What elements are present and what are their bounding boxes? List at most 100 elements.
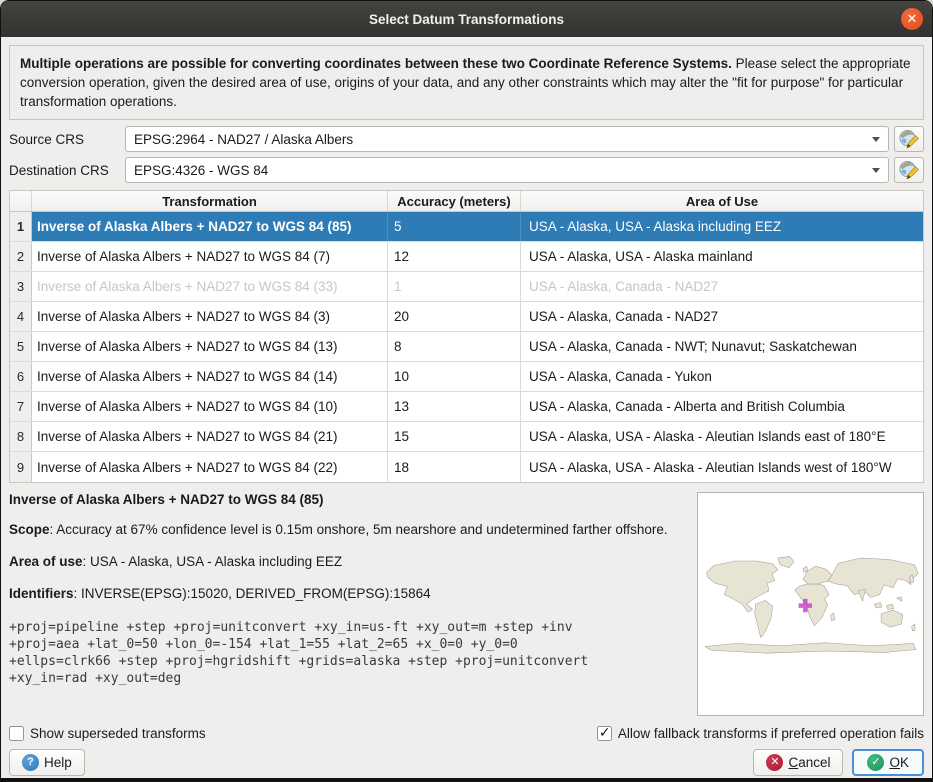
source-crs-select[interactable]: EPSG:2964 - NAD27 / Alaska Albers xyxy=(125,126,889,152)
chevron-down-icon xyxy=(872,168,880,173)
area-of-use-cell: USA - Alaska, Canada - Yukon xyxy=(521,362,923,391)
source-crs-label: Source CRS xyxy=(9,132,125,147)
allow-fallback-label: Allow fallback transforms if preferred o… xyxy=(618,726,924,741)
column-header-transformation[interactable]: Transformation xyxy=(32,191,388,211)
area-of-use-cell: USA - Alaska, Canada - Alberta and Briti… xyxy=(521,392,923,421)
details-text: Inverse of Alaska Albers + NAD27 to WGS … xyxy=(9,492,697,716)
area-of-use-cell: USA - Alaska, USA - Alaska mainland xyxy=(521,242,923,271)
dialog-content: Multiple operations are possible for con… xyxy=(1,37,932,778)
table-row[interactable]: 5 Inverse of Alaska Albers + NAD27 to WG… xyxy=(10,332,923,362)
ok-icon: ✓ xyxy=(867,754,884,771)
proj-string: +proj=pipeline +step +proj=unitconvert +… xyxy=(9,619,683,687)
transformation-cell: Inverse of Alaska Albers + NAD27 to WGS … xyxy=(32,422,388,451)
titlebar[interactable]: Select Datum Transformations ✕ xyxy=(1,1,932,37)
table-row[interactable]: 2 Inverse of Alaska Albers + NAD27 to WG… xyxy=(10,242,923,272)
table-header: Transformation Accuracy (meters) Area of… xyxy=(10,191,923,212)
table-row[interactable]: 6 Inverse of Alaska Albers + NAD27 to WG… xyxy=(10,362,923,392)
accuracy-cell: 15 xyxy=(388,422,521,451)
destination-crs-value: EPSG:4326 - WGS 84 xyxy=(134,163,866,178)
table-row[interactable]: 7 Inverse of Alaska Albers + NAD27 to WG… xyxy=(10,392,923,422)
transformation-cell: Inverse of Alaska Albers + NAD27 to WGS … xyxy=(32,392,388,421)
accuracy-cell: 12 xyxy=(388,242,521,271)
chevron-down-icon xyxy=(872,137,880,142)
ok-button-label: OK xyxy=(889,755,909,770)
row-number: 2 xyxy=(10,242,32,271)
area-of-use-cell: USA - Alaska, Canada - NWT; Nunavut; Sas… xyxy=(521,332,923,361)
cancel-button-label: Cancel xyxy=(788,755,830,770)
column-header-accuracy[interactable]: Accuracy (meters) xyxy=(388,191,521,211)
row-number: 8 xyxy=(10,422,32,451)
table-row[interactable]: 8 Inverse of Alaska Albers + NAD27 to WG… xyxy=(10,422,923,452)
description-box: Multiple operations are possible for con… xyxy=(9,45,924,120)
help-icon: ? xyxy=(22,754,39,771)
help-button[interactable]: ? Help xyxy=(9,749,85,776)
identifiers-label: Identifiers xyxy=(9,586,74,601)
checkbox-icon[interactable] xyxy=(597,726,612,741)
table-row[interactable]: 3 Inverse of Alaska Albers + NAD27 to WG… xyxy=(10,272,923,302)
row-number: 1 xyxy=(10,212,32,241)
source-crs-value: EPSG:2964 - NAD27 / Alaska Albers xyxy=(134,132,866,147)
accuracy-cell: 20 xyxy=(388,302,521,331)
globe-pencil-icon xyxy=(898,128,920,150)
accuracy-cell: 18 xyxy=(388,452,521,482)
scope-paragraph: Scope: Accuracy at 67% confidence level … xyxy=(9,520,669,539)
accuracy-cell: 13 xyxy=(388,392,521,421)
row-number: 6 xyxy=(10,362,32,391)
area-of-use-cell: USA - Alaska, USA - Alaska including EEZ xyxy=(521,212,923,241)
area-of-use-cell: USA - Alaska, Canada - NAD27 xyxy=(521,272,923,301)
world-map-image xyxy=(699,552,922,657)
column-header-area-of-use[interactable]: Area of Use xyxy=(521,191,923,211)
table-row[interactable]: 4 Inverse of Alaska Albers + NAD27 to WG… xyxy=(10,302,923,332)
close-icon[interactable]: ✕ xyxy=(901,8,923,30)
destination-crs-label: Destination CRS xyxy=(9,163,125,178)
row-number: 5 xyxy=(10,332,32,361)
accuracy-cell: 5 xyxy=(388,212,521,241)
allow-fallback-checkbox[interactable]: Allow fallback transforms if preferred o… xyxy=(597,726,924,741)
transformation-cell: Inverse of Alaska Albers + NAD27 to WGS … xyxy=(32,452,388,482)
transformation-cell: Inverse of Alaska Albers + NAD27 to WGS … xyxy=(32,362,388,391)
ok-button[interactable]: ✓ OK xyxy=(852,749,924,776)
source-crs-row: Source CRS EPSG:2964 - NAD27 / Alaska Al… xyxy=(9,126,924,152)
row-number: 3 xyxy=(10,272,32,301)
destination-crs-row: Destination CRS EPSG:4326 - WGS 84 xyxy=(9,157,924,183)
scope-label: Scope xyxy=(9,522,50,537)
scope-text: : Accuracy at 67% confidence level is 0.… xyxy=(50,522,668,537)
area-of-use-paragraph: Area of use: USA - Alaska, USA - Alaska … xyxy=(9,552,669,571)
accuracy-cell: 8 xyxy=(388,332,521,361)
identifiers-text: : INVERSE(EPSG):15020, DERIVED_FROM(EPSG… xyxy=(74,586,431,601)
area-of-use-map xyxy=(697,492,924,716)
table-row[interactable]: 9 Inverse of Alaska Albers + NAD27 to WG… xyxy=(10,452,923,482)
transformation-cell: Inverse of Alaska Albers + NAD27 to WGS … xyxy=(32,272,388,301)
transformations-table: Transformation Accuracy (meters) Area of… xyxy=(9,190,924,483)
accuracy-cell: 10 xyxy=(388,362,521,391)
show-superseded-label: Show superseded transforms xyxy=(30,726,206,741)
transformation-cell: Inverse of Alaska Albers + NAD27 to WGS … xyxy=(32,332,388,361)
row-number: 4 xyxy=(10,302,32,331)
details-section: Inverse of Alaska Albers + NAD27 to WGS … xyxy=(9,492,924,716)
destination-crs-select[interactable]: EPSG:4326 - WGS 84 xyxy=(125,157,889,183)
description-bold-text: Multiple operations are possible for con… xyxy=(20,56,732,71)
window-title: Select Datum Transformations xyxy=(369,12,564,27)
row-number: 9 xyxy=(10,452,32,482)
area-of-use-text: : USA - Alaska, USA - Alaska including E… xyxy=(83,554,343,569)
show-superseded-checkbox[interactable]: Show superseded transforms xyxy=(9,726,206,741)
row-number-header xyxy=(10,191,32,211)
button-row: ? Help ✕ Cancel ✓ OK xyxy=(9,749,924,776)
area-of-use-cell: USA - Alaska, USA - Alaska - Aleutian Is… xyxy=(521,422,923,451)
area-of-use-cell: USA - Alaska, USA - Alaska - Aleutian Is… xyxy=(521,452,923,482)
table-row[interactable]: 1 Inverse of Alaska Albers + NAD27 to WG… xyxy=(10,212,923,242)
help-button-label: Help xyxy=(44,755,72,770)
area-of-use-cell: USA - Alaska, Canada - NAD27 xyxy=(521,302,923,331)
source-crs-picker-button[interactable] xyxy=(894,126,924,152)
transformation-cell: Inverse of Alaska Albers + NAD27 to WGS … xyxy=(32,242,388,271)
checkbox-icon[interactable] xyxy=(9,726,24,741)
cancel-icon: ✕ xyxy=(766,754,783,771)
globe-pencil-icon xyxy=(898,159,920,181)
cancel-button[interactable]: ✕ Cancel xyxy=(753,749,843,776)
details-title: Inverse of Alaska Albers + NAD27 to WGS … xyxy=(9,492,683,507)
checkbox-row: Show superseded transforms Allow fallbac… xyxy=(9,723,924,743)
area-of-use-label: Area of use xyxy=(9,554,83,569)
destination-crs-picker-button[interactable] xyxy=(894,157,924,183)
select-datum-transformations-dialog: Select Datum Transformations ✕ Multiple … xyxy=(0,0,933,782)
transformation-cell: Inverse of Alaska Albers + NAD27 to WGS … xyxy=(32,212,388,241)
